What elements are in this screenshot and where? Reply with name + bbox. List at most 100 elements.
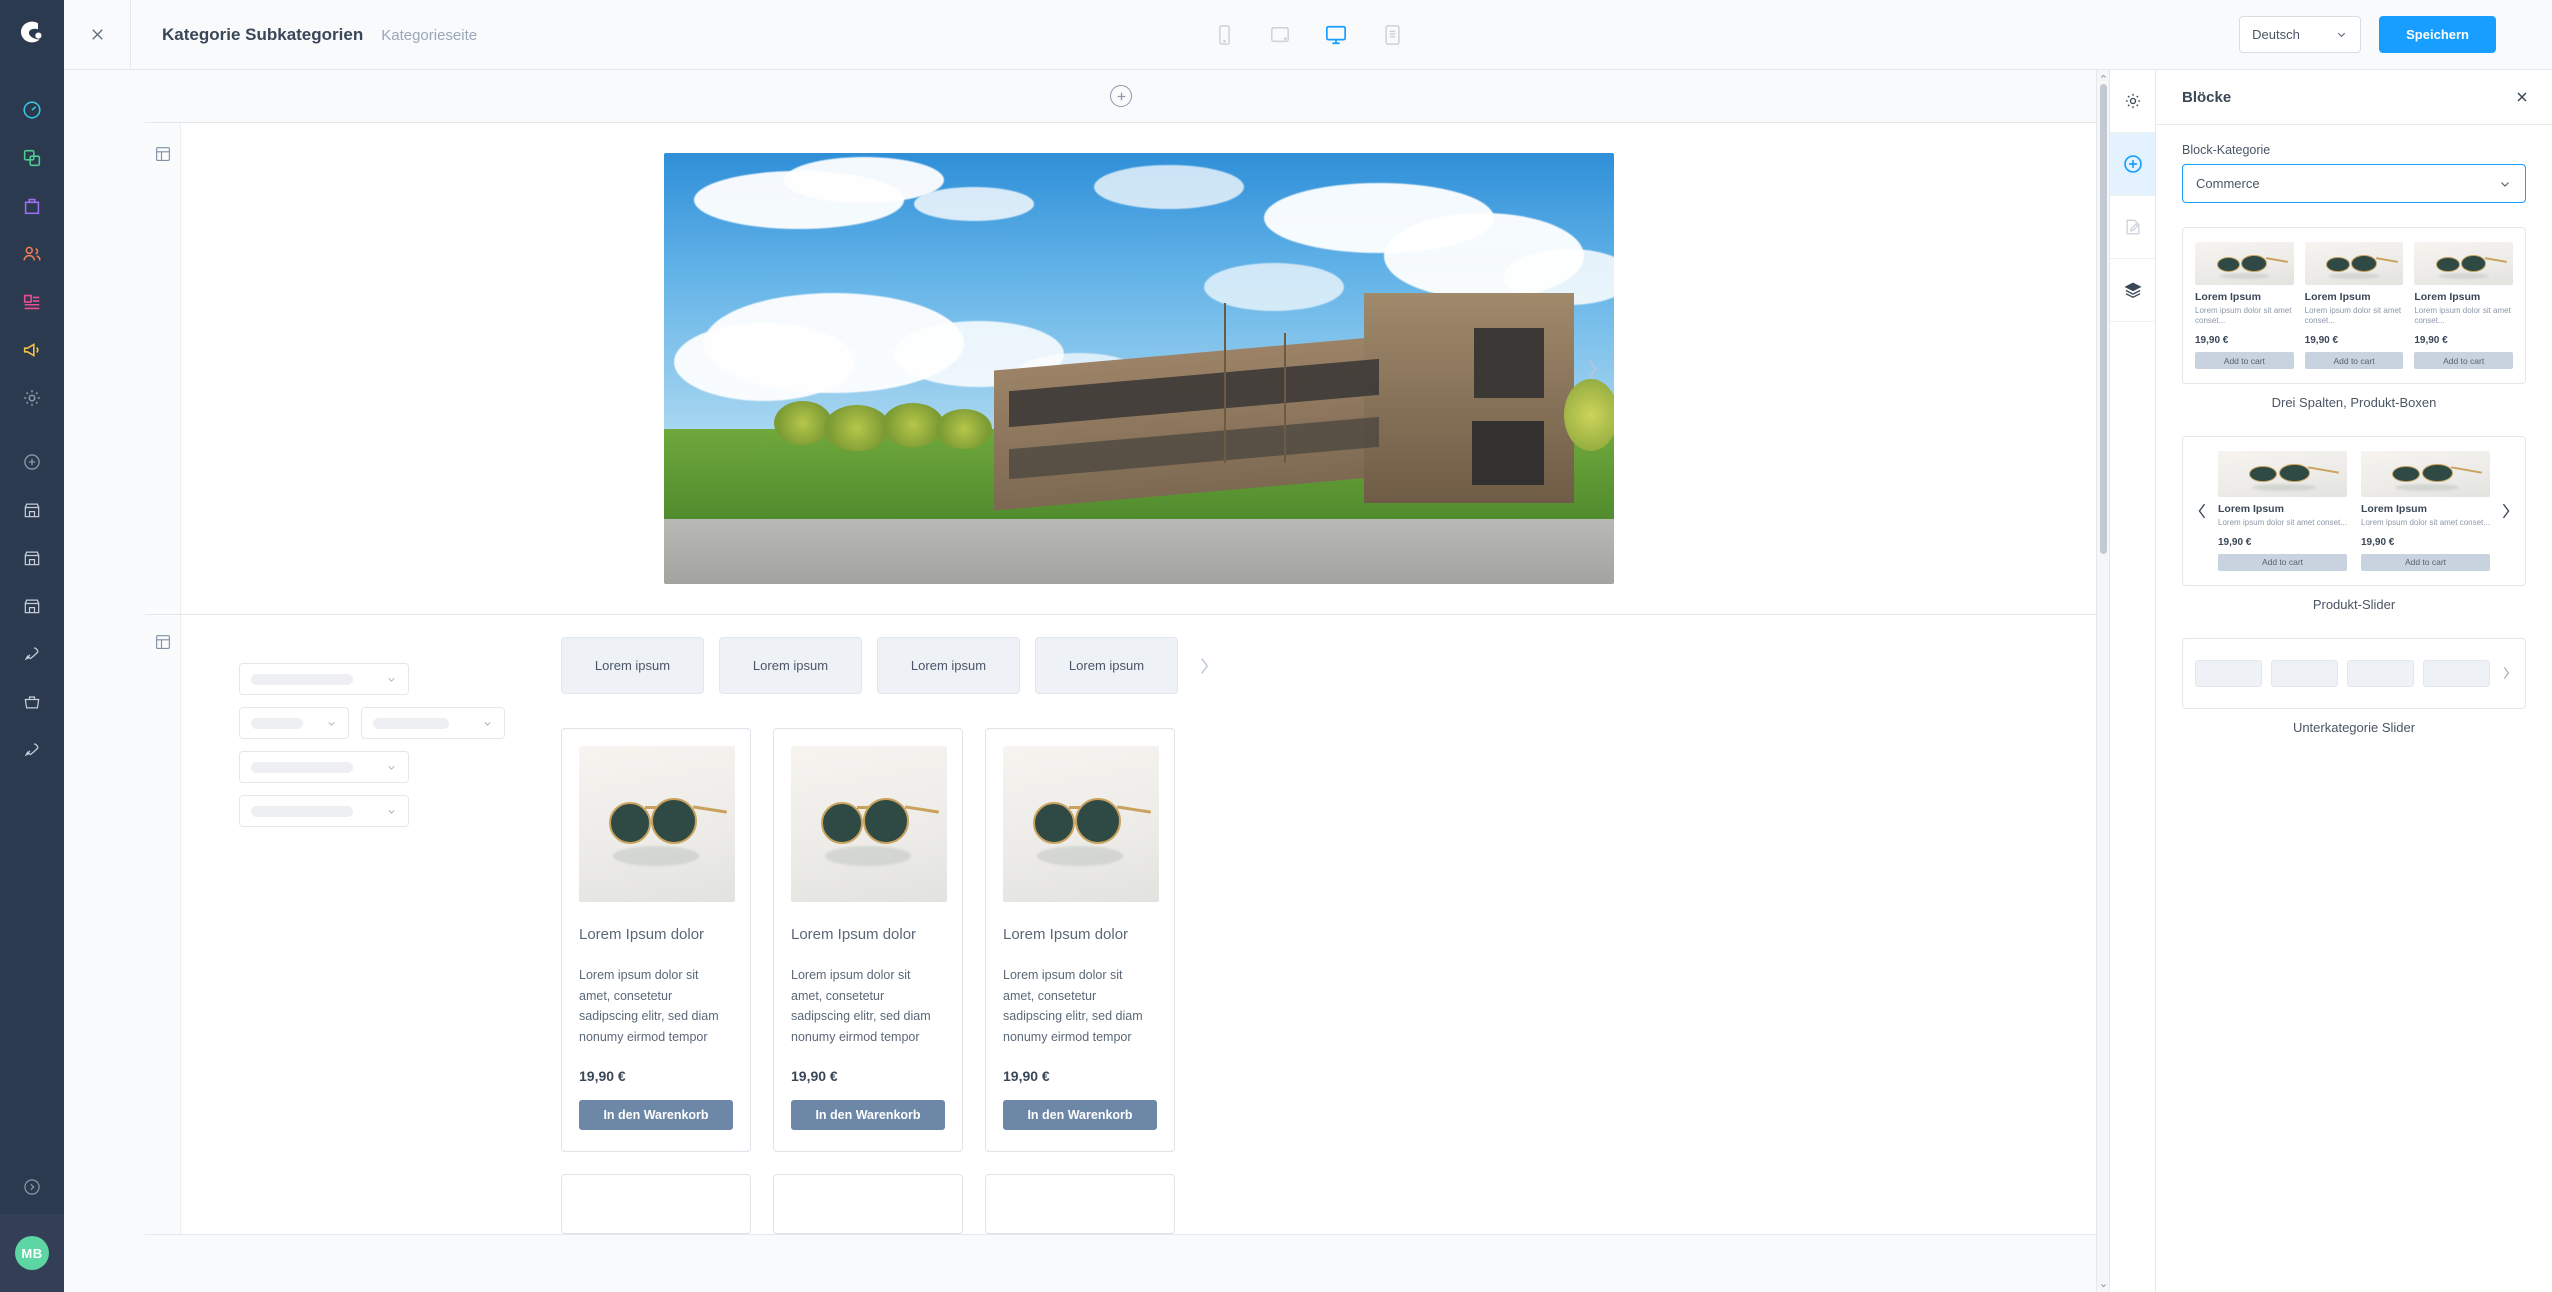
device-desktop-button[interactable]	[1321, 19, 1351, 51]
product-card[interactable]: Lorem Ipsum dolor Lorem ipsum dolor sit …	[561, 728, 751, 1152]
mini-add-to-cart-button[interactable]: Add to cart	[2304, 352, 2404, 370]
scroll-up-arrow[interactable]	[2097, 70, 2109, 83]
canvas-scroll-area[interactable]: Lorem ipsum Lorem ipsum Lorem ipsum Lore…	[64, 70, 2109, 1292]
sidebar-item-add[interactable]	[0, 438, 64, 486]
block-preview[interactable]: Lorem Ipsum Lorem ipsum dolor sit amet c…	[2182, 436, 2526, 586]
mini-add-to-cart-button[interactable]: Add to cart	[2218, 553, 2347, 571]
sidebar-item-orders[interactable]	[0, 182, 64, 230]
block-item-unterkategorie-slider[interactable]: Unterkategorie Slider	[2182, 637, 2526, 735]
topbar-actions: Deutsch Speichern	[2239, 16, 2552, 53]
section-hero[interactable]	[145, 122, 2097, 615]
product-card[interactable]	[985, 1173, 1175, 1234]
brand-logo[interactable]	[0, 0, 64, 64]
store-icon	[24, 599, 40, 614]
chevron-down-icon	[2501, 181, 2509, 187]
sidebar-item-content[interactable]	[0, 278, 64, 326]
section-body-hero	[181, 123, 2097, 614]
mini-product-desc: Lorem ipsum dolor sit amet conset...	[2195, 305, 2292, 326]
mini-product-price: 19,90 €	[2218, 536, 2252, 548]
filter-select-5[interactable]	[239, 795, 409, 827]
sidebar-item-dashboard[interactable]	[0, 86, 64, 134]
rail-add-block-button[interactable]	[2109, 133, 2156, 196]
language-select[interactable]: Deutsch	[2239, 16, 2362, 53]
rail-layers-button[interactable]	[2109, 259, 2156, 322]
sidebar-collapse-button[interactable]	[0, 1160, 64, 1214]
device-mobile-button[interactable]	[1209, 19, 1239, 51]
layout-section-icon	[155, 635, 170, 649]
section-handle-hero[interactable]	[145, 123, 181, 614]
mini-product-price: 19,90 €	[2414, 335, 2448, 347]
device-tablet-button[interactable]	[1265, 19, 1295, 51]
panel-close-button[interactable]	[2514, 89, 2530, 105]
subcategory-tile[interactable]: Lorem ipsum	[877, 637, 1020, 694]
language-value: Deutsch	[2252, 27, 2300, 42]
mini-add-to-cart-button[interactable]: Add to cart	[2195, 352, 2294, 370]
scroll-down-arrow[interactable]	[2097, 1279, 2109, 1292]
sidebar-item-catalogues[interactable]	[0, 134, 64, 182]
avatar-container[interactable]: MB	[0, 1214, 64, 1292]
product-card[interactable]: Lorem Ipsum dolor Lorem ipsum dolor sit …	[773, 728, 963, 1152]
filter-select-2[interactable]	[239, 707, 349, 739]
product-description: Lorem ipsum dolor sit amet, consetetur s…	[791, 968, 931, 1044]
mini-category-next-button[interactable]	[2499, 665, 2513, 681]
section-handle-listing[interactable]	[145, 615, 181, 1234]
avatar[interactable]: MB	[15, 1236, 49, 1270]
mini-product-card: Lorem Ipsum Lorem ipsum dolor sit amet c…	[2195, 242, 2294, 370]
sidebar-item-marketing[interactable]	[0, 326, 64, 374]
speedometer-icon	[23, 101, 41, 119]
block-preview[interactable]	[2182, 637, 2526, 709]
product-name: Lorem Ipsum dolor	[791, 926, 917, 943]
scrollbar-thumb[interactable]	[2100, 84, 2107, 554]
main-column: Kategorie Subkategorien Kategorieseite D…	[64, 0, 2552, 1292]
subcategory-next-button[interactable]	[1193, 656, 1215, 676]
product-card[interactable]: Lorem Ipsum dolor Lorem ipsum dolor sit …	[985, 728, 1175, 1152]
add-section-button[interactable]	[1110, 85, 1132, 107]
hero-image[interactable]	[664, 153, 1614, 584]
hero-next-button[interactable]	[1577, 354, 1607, 384]
mini-add-to-cart-button[interactable]: Add to cart	[2361, 553, 2490, 571]
filter-select-1[interactable]	[239, 663, 409, 695]
block-category-select[interactable]: Commerce	[2182, 164, 2526, 203]
sidebar-item-customers[interactable]	[0, 230, 64, 278]
block-slider-prev-button[interactable]	[2195, 501, 2209, 521]
panel-header: Blöcke	[2156, 70, 2552, 125]
block-item-produkt-slider[interactable]: Lorem Ipsum Lorem ipsum dolor sit amet c…	[2182, 436, 2526, 612]
subcategory-tile[interactable]: Lorem ipsum	[719, 637, 862, 694]
plus-circle-icon	[24, 454, 40, 470]
store-icon	[24, 503, 40, 518]
sidebar-item-store-3[interactable]	[0, 582, 64, 630]
sidebar-item-store-2[interactable]	[0, 534, 64, 582]
add-to-cart-button[interactable]: In den Warenkorb	[791, 1099, 945, 1130]
sidebar-item-rocket-2[interactable]	[0, 726, 64, 774]
block-slider-next-button[interactable]	[2499, 501, 2513, 521]
add-to-cart-button[interactable]: In den Warenkorb	[1003, 1099, 1157, 1130]
save-button[interactable]: Speichern	[2379, 16, 2496, 53]
mini-product-card: Lorem Ipsum Lorem ipsum dolor sit amet c…	[2304, 242, 2404, 370]
add-section-row-top	[145, 70, 2097, 122]
mini-add-to-cart-button[interactable]: Add to cart	[2414, 352, 2514, 370]
mini-product-title: Lorem Ipsum	[2218, 503, 2284, 516]
sidebar-item-settings[interactable]	[0, 374, 64, 422]
block-caption: Produkt-Slider	[2312, 596, 2396, 612]
block-preview[interactable]: Lorem Ipsum Lorem ipsum dolor sit amet c…	[2182, 227, 2526, 385]
filter-select-3[interactable]	[361, 707, 505, 739]
product-grid: Lorem Ipsum dolor Lorem ipsum dolor sit …	[561, 728, 2057, 1152]
rail-settings-button[interactable]	[2109, 70, 2156, 133]
subcategory-tile[interactable]: Lorem ipsum	[1035, 637, 1178, 694]
subcategory-tile[interactable]: Lorem ipsum	[561, 637, 704, 694]
product-image	[791, 746, 947, 902]
product-card[interactable]	[773, 1173, 963, 1234]
sidebar-item-basket[interactable]	[0, 678, 64, 726]
canvas-scrollbar[interactable]	[2096, 70, 2109, 1292]
close-icon	[91, 29, 103, 40]
sidebar-item-rocket-1[interactable]	[0, 630, 64, 678]
sidebar-item-store-1[interactable]	[0, 486, 64, 534]
section-listing[interactable]: Lorem ipsum Lorem ipsum Lorem ipsum Lore…	[145, 615, 2097, 1235]
filter-select-4[interactable]	[239, 751, 409, 783]
close-editor-button[interactable]	[64, 0, 130, 70]
block-item-drei-spalten[interactable]: Lorem Ipsum Lorem ipsum dolor sit amet c…	[2182, 227, 2526, 410]
product-card[interactable]	[561, 1173, 751, 1234]
add-to-cart-button[interactable]: In den Warenkorb	[579, 1099, 733, 1130]
top-bar: Kategorie Subkategorien Kategorieseite D…	[64, 0, 2552, 70]
device-reader-button[interactable]	[1377, 19, 1407, 51]
